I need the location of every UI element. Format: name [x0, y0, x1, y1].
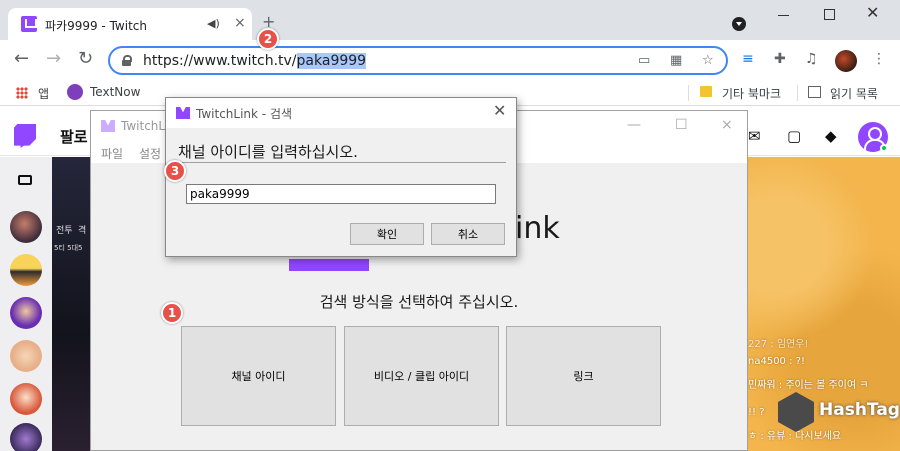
more-menu-icon[interactable]: ⋮ [872, 51, 886, 67]
stream-overlay-text: 5티 5대5 [54, 244, 83, 252]
channel-avatar[interactable] [10, 297, 42, 329]
channel-id-input[interactable] [186, 184, 496, 204]
lock-icon[interactable] [122, 55, 132, 66]
forward-arrow-icon[interactable]: → [46, 50, 61, 68]
video-clip-id-button[interactable]: 비디오 / 클립 아이디 [344, 326, 499, 426]
channel-id-button[interactable]: 채널 아이디 [181, 326, 336, 426]
apps-grid-icon[interactable] [16, 87, 28, 99]
media-control-icon[interactable]: ♫ [805, 51, 818, 67]
channel-avatar[interactable] [10, 423, 42, 451]
bookmark-other[interactable]: 기타 북마크 [722, 85, 781, 102]
online-status-icon [880, 144, 888, 152]
bookmark-separator [797, 85, 798, 101]
dialog-title: TwitchLink - 검색 [196, 107, 293, 121]
textnow-icon [67, 84, 83, 100]
back-arrow-icon[interactable]: ← [14, 50, 29, 68]
twitch-sidebar [0, 157, 52, 451]
qr-code-icon[interactable]: ▦ [670, 53, 682, 68]
tab-title: 파카9999 - Twitch [45, 19, 147, 33]
cancel-button[interactable]: 취소 [431, 223, 505, 245]
url-text[interactable]: https://www.twitch.tv/paka9999 [143, 53, 367, 69]
chat-message: !! ? [748, 407, 765, 418]
dialog-close-icon[interactable]: ✕ [493, 101, 506, 120]
minimize-icon[interactable] [778, 8, 790, 20]
chat-message: 227 : 임연우! [748, 339, 809, 350]
channel-avatar[interactable] [10, 211, 42, 243]
tab-close-icon[interactable]: × [234, 15, 246, 31]
bookmark-separator [688, 85, 689, 101]
step-badge-1: 1 [161, 302, 183, 324]
close-window-icon[interactable]: ✕ [866, 3, 879, 22]
twitchlink-window-title: TwitchLi [121, 119, 169, 133]
tab-search-icon[interactable] [732, 17, 746, 31]
dialog-titlebar: TwitchLink - 검색 ✕ [166, 98, 516, 128]
hashtag-cube-icon [778, 392, 814, 432]
browser-tab[interactable]: 파카9999 - Twitch ◀) × [8, 8, 252, 40]
chat-message: na4500 : ?! [748, 356, 805, 367]
address-bar[interactable]: https://www.twitch.tv/paka9999 ▭ ▦ ☆ [108, 46, 728, 75]
twitchlink-logo-icon [176, 107, 190, 119]
channel-avatar[interactable] [10, 254, 42, 286]
menu-settings[interactable]: 설정 [139, 145, 161, 162]
bookmark-apps[interactable]: 앱 [38, 85, 49, 102]
inbox-icon[interactable]: ✉ [748, 127, 761, 145]
speaker-icon[interactable]: ◀) [207, 17, 220, 30]
filter-extension-icon[interactable]: ≡ [742, 51, 754, 67]
maximize-icon[interactable]: ☐ [675, 117, 688, 133]
ok-button[interactable]: 확인 [350, 223, 424, 245]
twitchlink-logo-icon [101, 120, 115, 132]
bookmark-textnow[interactable]: TextNow [90, 85, 140, 99]
tab-strip: 파카9999 - Twitch ◀) × + ✕ [0, 0, 900, 40]
bookmark-star-icon[interactable]: ☆ [702, 53, 714, 68]
profile-avatar[interactable] [835, 50, 857, 72]
maximize-icon[interactable] [824, 9, 835, 20]
channel-avatar[interactable] [10, 383, 42, 415]
bits-icon[interactable]: ◆ [825, 127, 837, 145]
menu-file[interactable]: 파일 [101, 145, 123, 162]
link-button[interactable]: 링크 [506, 326, 661, 426]
cast-icon[interactable]: ▭ [638, 53, 650, 68]
twitch-favicon-icon [21, 16, 37, 32]
chat-message: 민짜워 : 주이는 볼 주이여 ㅋ [748, 380, 869, 391]
stream-overlay-text: 전투 [56, 226, 73, 236]
folder-icon [700, 86, 712, 97]
whisper-icon[interactable]: ▢ [787, 127, 801, 145]
stream-overlay-text: 격 [78, 226, 87, 236]
camera-icon[interactable] [18, 175, 32, 185]
minimize-icon[interactable]: — [627, 117, 641, 133]
search-method-prompt: 검색 방식을 선택하여 주십시오. [319, 293, 519, 311]
puzzle-extension-icon[interactable]: ✚ [774, 51, 786, 67]
step-badge-3: 3 [164, 160, 186, 182]
twitch-logo-icon[interactable] [14, 124, 36, 148]
close-icon[interactable]: × [721, 117, 733, 133]
watermark-text: HashTag [819, 400, 900, 420]
hashtag-watermark: HashTag [778, 392, 900, 436]
twitch-nav-following[interactable]: 팔로 [60, 126, 88, 147]
dialog-divider [178, 162, 506, 163]
channel-avatar[interactable] [10, 340, 42, 372]
twitchlink-brand-bar [289, 259, 369, 271]
dialog-heading: 채널 아이디를 입력하십시오. [178, 143, 358, 161]
reading-list-icon [808, 86, 821, 98]
bookmark-reading-list[interactable]: 읽기 목록 [830, 85, 878, 102]
browser-toolbar: ← → ↻ https://www.twitch.tv/paka9999 ▭ ▦… [0, 40, 900, 80]
url-selected-text[interactable]: paka9999 [296, 53, 367, 69]
twitchlink-brand-text: ink [515, 211, 560, 246]
search-dialog: TwitchLink - 검색 ✕ 채널 아이디를 입력하십시오. 확인 취소 [165, 97, 517, 257]
step-badge-2: 2 [257, 28, 279, 50]
reload-icon[interactable]: ↻ [78, 50, 93, 68]
